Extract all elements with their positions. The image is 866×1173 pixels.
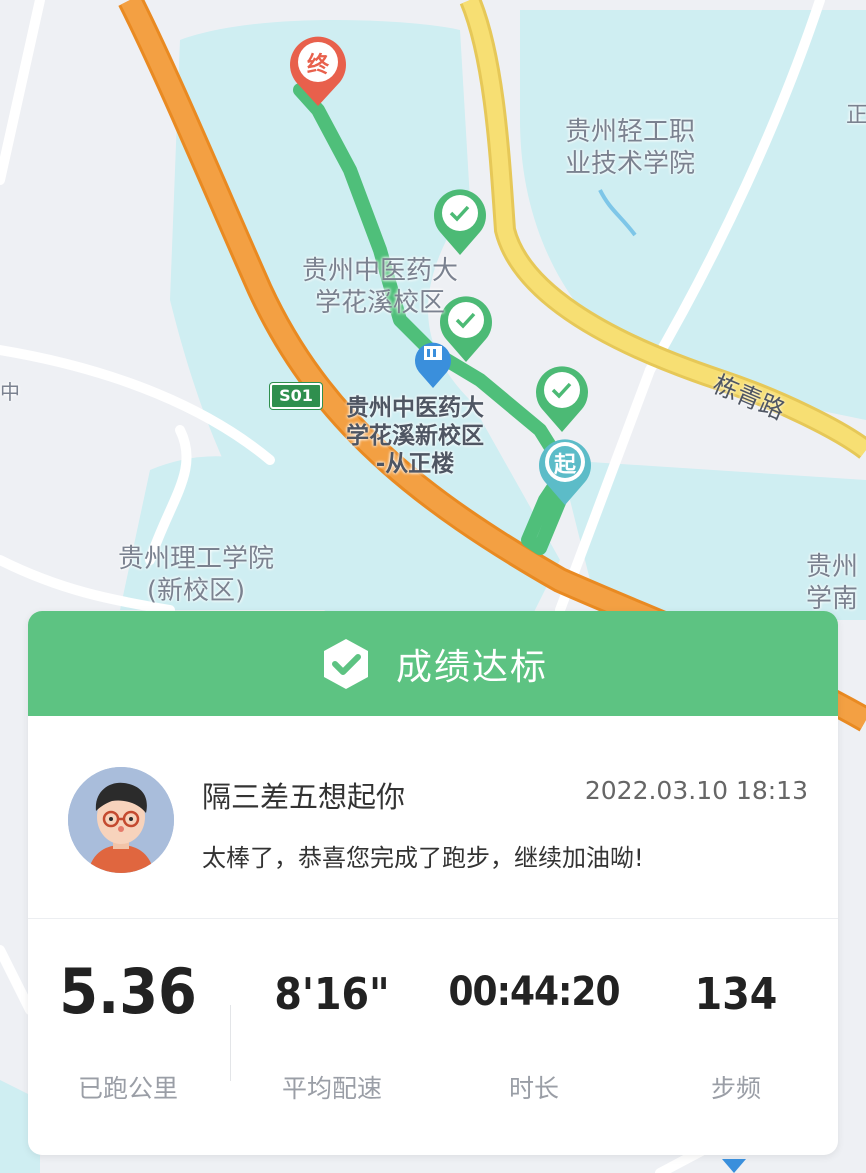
map-label-edge-left: 中 — [0, 380, 20, 404]
map-pin-edge-icon — [722, 1159, 746, 1173]
stat-label: 步频 — [710, 1074, 761, 1103]
result-title: 成绩达标 — [395, 646, 548, 688]
user-row: 隔三差五想起你 2022.03.10 18:13 太棒了，恭喜您完成了跑步，继续… — [28, 716, 838, 919]
congrats-message: 太棒了，恭喜您完成了跑步，继续加油呦! — [202, 844, 644, 872]
avatar[interactable] — [68, 767, 174, 873]
map-label-tcm-new-campus: 贵州中医药大 学花溪新校区 -从正楼 — [346, 395, 484, 477]
stat-value: 5.36 — [59, 955, 197, 1028]
end-marker-label: 终 — [307, 52, 330, 78]
map-label-edge-right: 贵州 学南 — [806, 552, 859, 614]
stat-value: 8'16" — [274, 969, 390, 1020]
map-label-tcm-campus: 贵州中医药大 学花溪校区 — [302, 256, 459, 318]
run-timestamp: 2022.03.10 18:13 — [584, 776, 808, 805]
stat-label: 已跑公里 — [77, 1074, 178, 1103]
start-marker-label: 起 — [553, 453, 577, 478]
stat-value: 00:44:20 — [448, 969, 620, 1015]
stat-divider — [230, 1005, 231, 1081]
map-label-edge-top-right: 正 — [846, 103, 866, 128]
checkpoint-pin-icon[interactable] — [536, 366, 589, 432]
result-header: 成绩达标 — [28, 611, 838, 716]
avatar-illustration-icon — [68, 767, 174, 873]
stat-value: 134 — [694, 969, 778, 1020]
user-name: 隔三差五想起你 — [202, 780, 406, 814]
map-label-light-industry-college: 贵州轻工职 业技术学院 — [565, 117, 696, 179]
stat-label: 平均配速 — [281, 1074, 382, 1103]
stat-label: 时长 — [508, 1074, 559, 1103]
run-result-card: 成绩达标 隔三差五想起你 2022.03.10 18:13 太棒了，恭喜您完成了… — [28, 611, 838, 1155]
highway-shield: S01 — [270, 383, 322, 409]
map-label-tech-university: 贵州理工学院 (新校区) — [118, 544, 275, 606]
run-stats: 5.36 已跑公里 8'16" 平均配速 00:44:20 时长 134 步频 — [28, 919, 838, 1155]
shield-check-icon — [323, 638, 368, 689]
